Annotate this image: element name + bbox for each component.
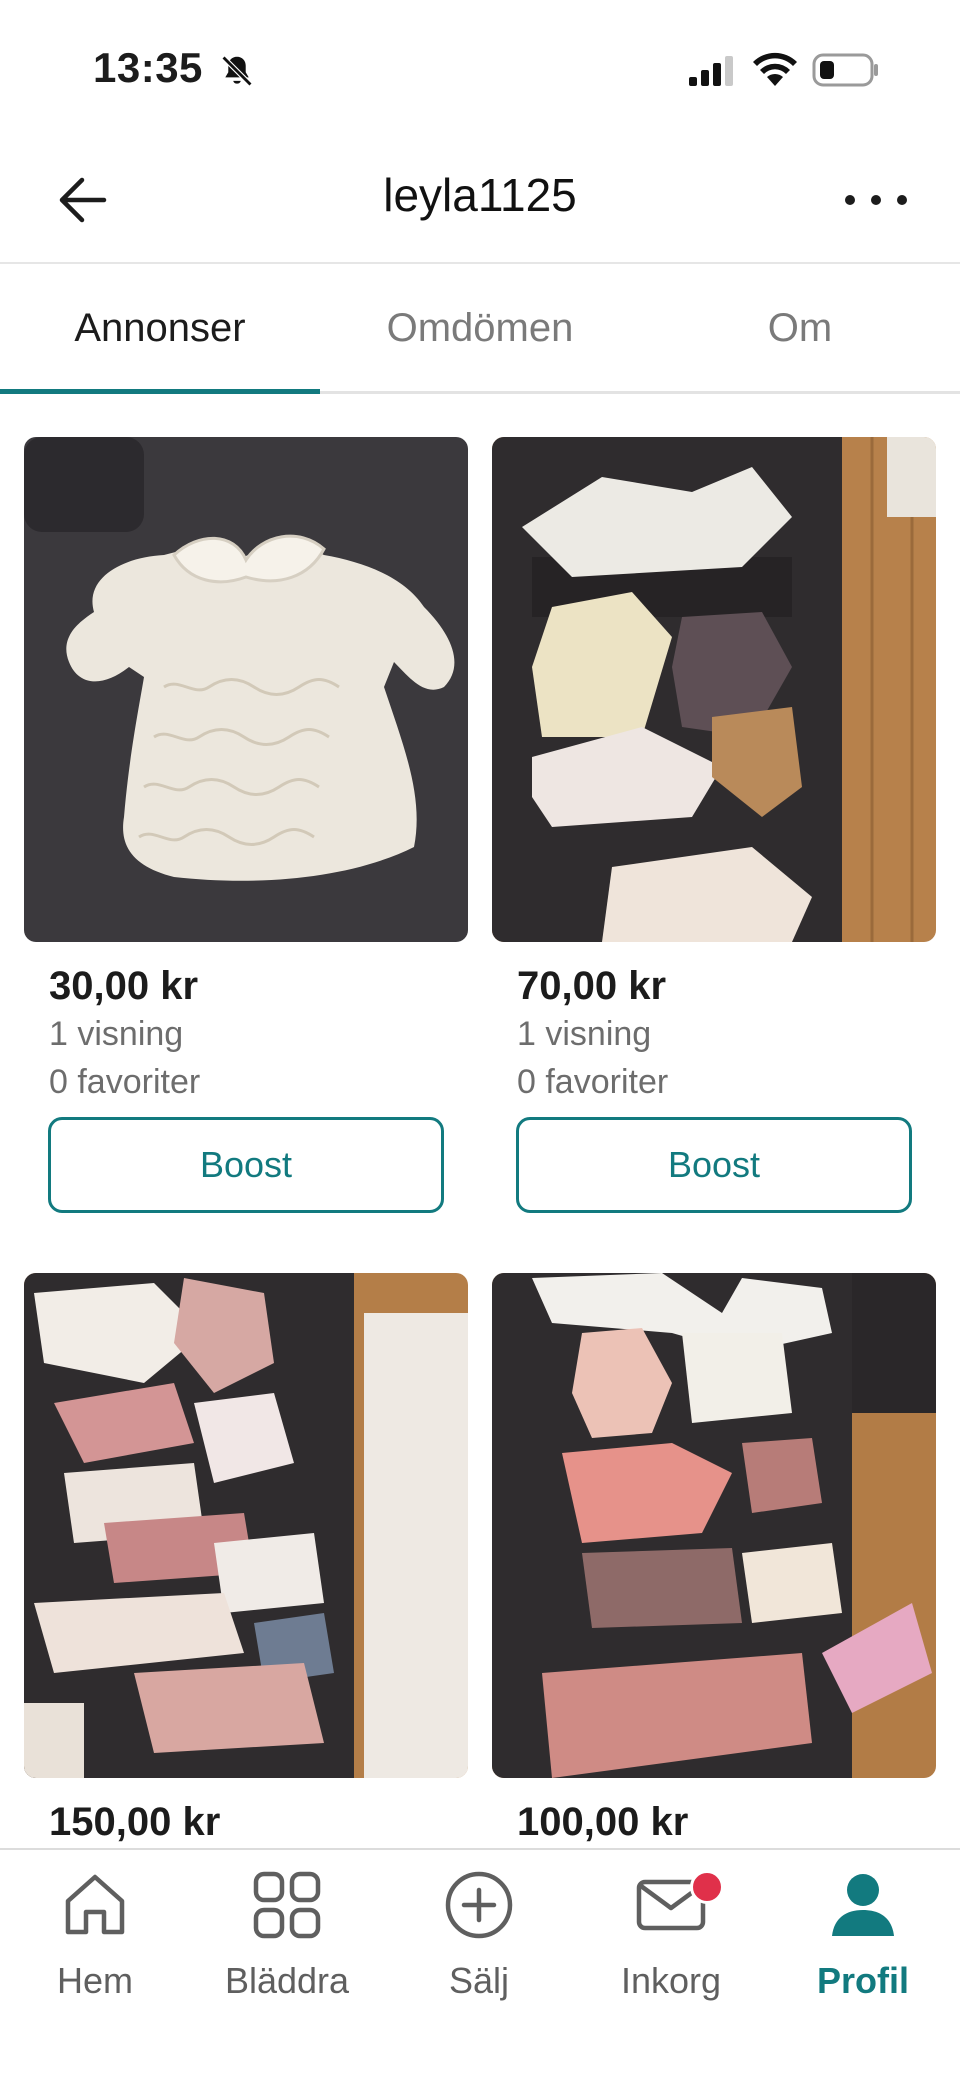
- nav-label: Bläddra: [224, 1960, 350, 2001]
- listing-views: 1 visning: [517, 1015, 652, 1053]
- profile-icon: [832, 1874, 894, 1936]
- grid-icon: [253, 1871, 321, 1939]
- wifi-icon: [753, 52, 797, 86]
- cellular-signal-icon: [689, 56, 733, 86]
- listing-image[interactable]: [492, 1273, 936, 1778]
- listing-price: 30,00 kr: [49, 964, 199, 1008]
- nav-item-hem[interactable]: Hem: [0, 1868, 190, 2018]
- listing-card[interactable]: 150,00 kr: [24, 1273, 468, 1853]
- nav-label: Hem: [56, 1960, 133, 2001]
- listing-favorites: 0 favoriter: [517, 1063, 669, 1101]
- listing-price: 70,00 kr: [517, 964, 667, 1008]
- listing-image[interactable]: [24, 437, 468, 942]
- battery-icon: [812, 53, 878, 87]
- listing-price: 150,00 kr: [49, 1800, 221, 1844]
- boost-button[interactable]: Boost: [516, 1117, 912, 1213]
- listing-views: 1 visning: [49, 1015, 184, 1053]
- nav-label: Profil: [816, 1960, 909, 2001]
- nav-label: Sälj: [448, 1960, 510, 2001]
- nav-label: Inkorg: [620, 1960, 722, 2001]
- listing-card[interactable]: 100,00 kr: [492, 1273, 936, 1853]
- plus-circle-icon: [445, 1871, 513, 1939]
- listing-image[interactable]: [24, 1273, 468, 1778]
- listing-photo: [492, 1273, 936, 1778]
- nav-item-inkorg[interactable]: Inkorg: [576, 1868, 766, 2018]
- notification-badge: [690, 1870, 724, 1904]
- listing-favorites: 0 favoriter: [49, 1063, 201, 1101]
- bottom-navigation: Hem Bläddra Sälj Inkorg Profil: [0, 1848, 960, 2079]
- nav-item-bladdra[interactable]: Bläddra: [192, 1868, 382, 2018]
- page-title: leyla1125: [383, 169, 577, 221]
- more-options-icon[interactable]: [840, 178, 912, 222]
- listing-card[interactable]: 30,00 kr 1 visning 0 favoriter Boost: [24, 437, 468, 1237]
- listing-photo: [24, 1273, 468, 1778]
- listing-photo: [24, 437, 468, 942]
- home-icon: [65, 1874, 125, 1935]
- bell-muted-icon: [221, 55, 253, 87]
- listing-image[interactable]: [492, 437, 936, 942]
- tab-om[interactable]: Om: [640, 266, 960, 391]
- profile-header: leyla1125: [0, 140, 960, 264]
- listing-price: 100,00 kr: [517, 1800, 689, 1844]
- nav-item-profil[interactable]: Profil: [768, 1868, 958, 2018]
- profile-tabs: Annonser Omdömen Om: [0, 266, 960, 394]
- listing-card[interactable]: 70,00 kr 1 visning 0 favoriter Boost: [492, 437, 936, 1237]
- nav-item-salj[interactable]: Sälj: [384, 1868, 574, 2018]
- status-time: 13:35: [93, 44, 203, 91]
- tab-annonser[interactable]: Annonser: [0, 266, 320, 394]
- boost-button[interactable]: Boost: [48, 1117, 444, 1213]
- listing-photo: [492, 437, 936, 942]
- tab-omdomen[interactable]: Omdömen: [320, 266, 640, 391]
- status-bar: 13:35: [0, 0, 960, 140]
